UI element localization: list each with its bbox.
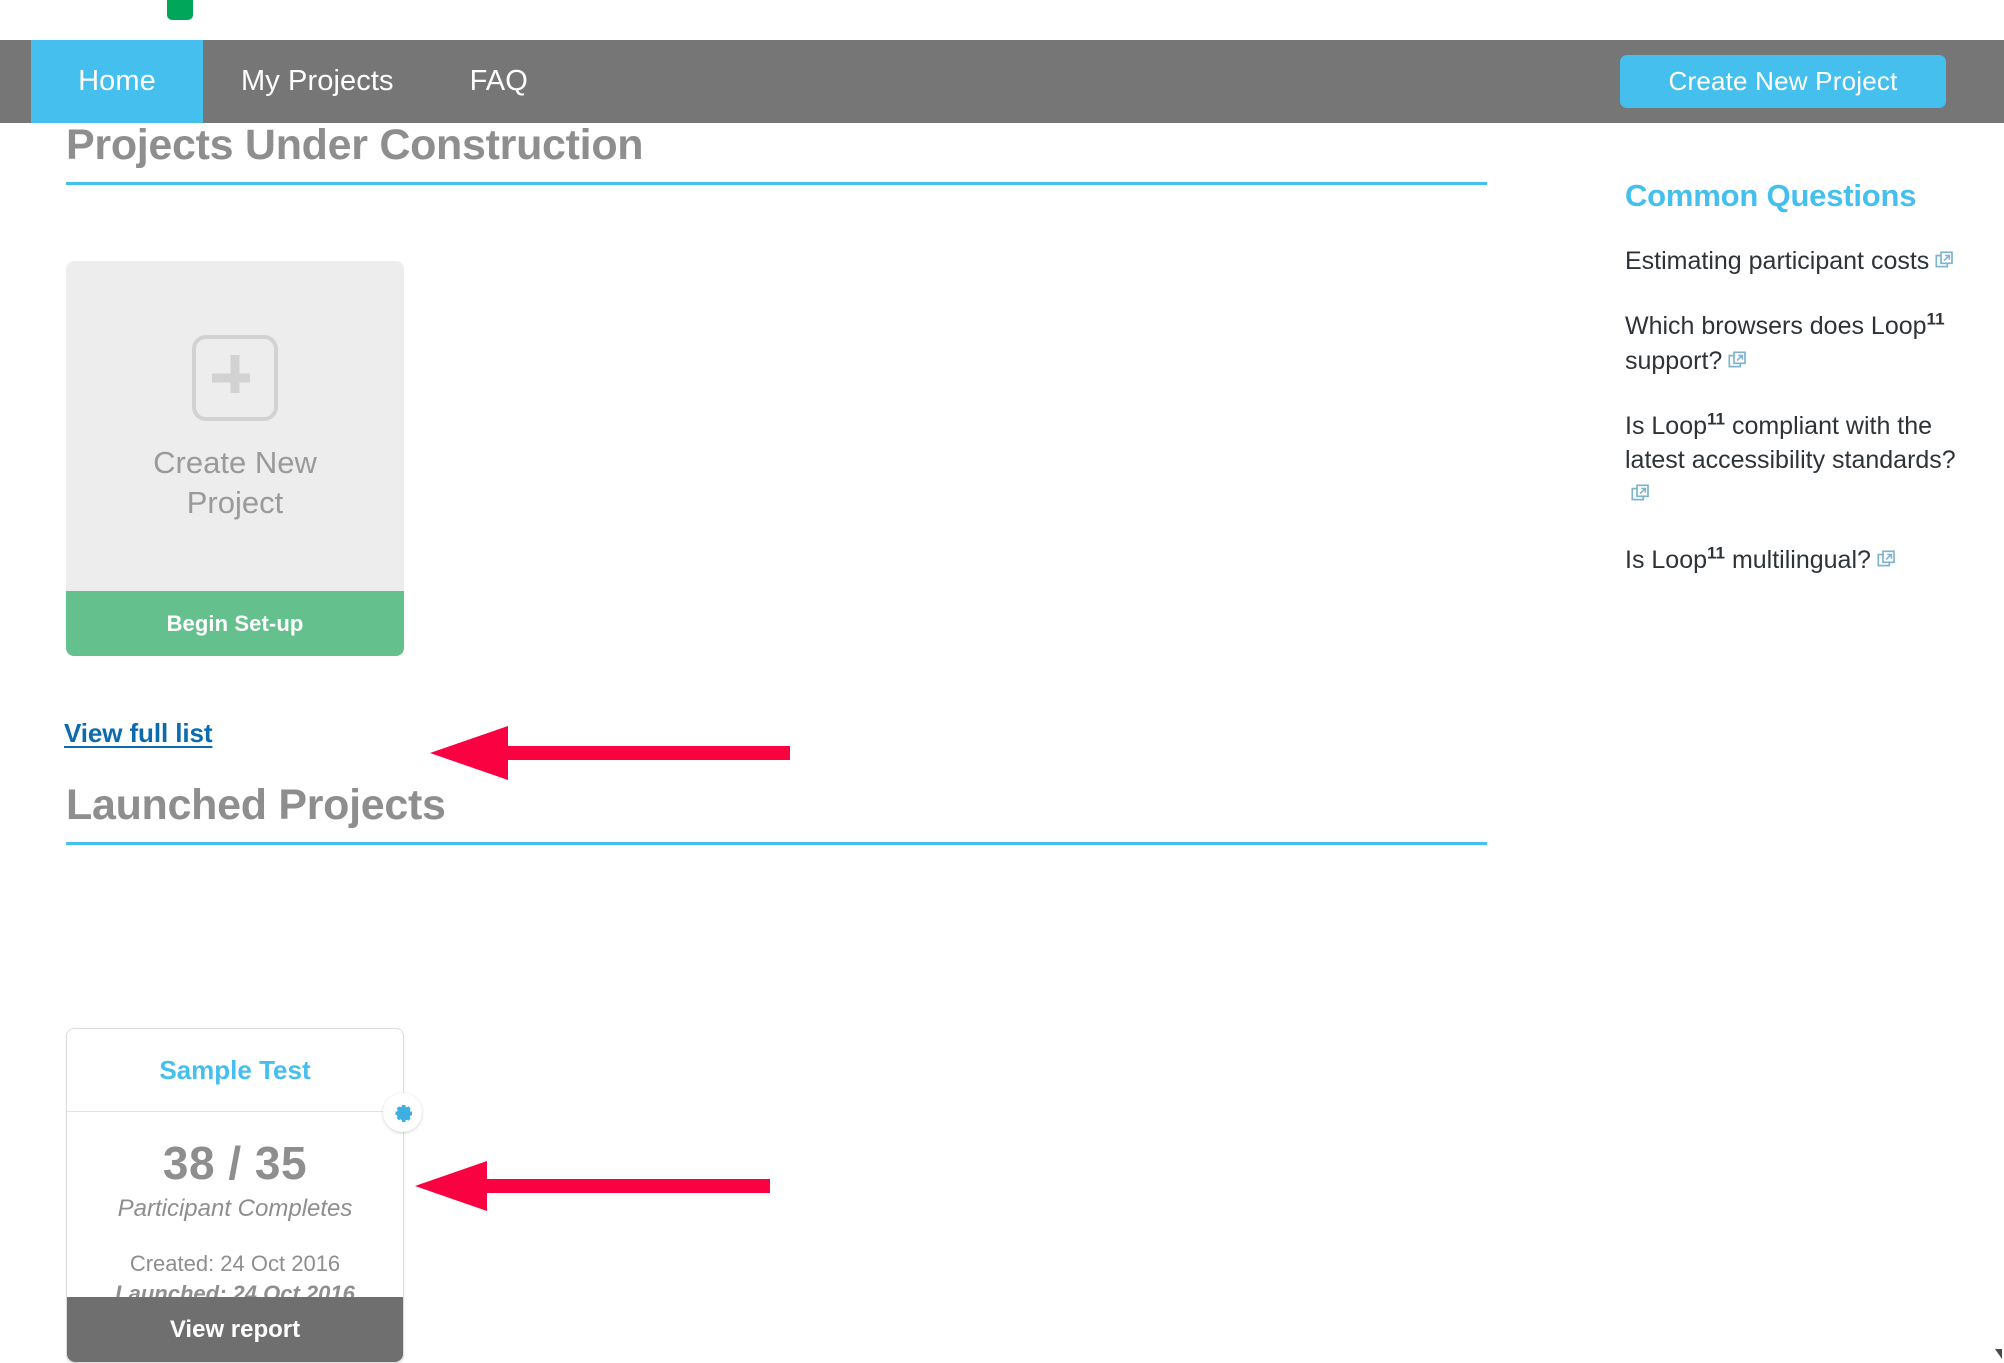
view-report-button-label: View report — [169, 1315, 301, 1343]
nav-tab-list: Home My Projects FAQ — [31, 40, 566, 123]
faq-link-accessibility-compliance[interactable]: Is Loop11 compliant with the latest acce… — [1625, 409, 1965, 514]
section-divider-launched — [66, 842, 1487, 846]
participant-completes-value: 38 / 35 — [162, 1137, 308, 1189]
create-new-project-button-label: Create New Project — [1668, 66, 1898, 96]
begin-setup-button[interactable]: Begin Set-up — [66, 591, 404, 656]
participant-completes-caption: Participant Completes — [117, 1195, 353, 1222]
create-new-project-card-body: Create New Project — [66, 261, 404, 591]
common-questions-panel: Common Questions Estimating participant … — [1625, 178, 1965, 608]
open-in-new-window-icon — [1935, 246, 1955, 280]
faq-link-browser-support[interactable]: Which browsers does Loop11 support? — [1625, 309, 1965, 380]
view-report-button[interactable]: View report — [67, 1297, 403, 1362]
project-card-title-link[interactable]: Sample Test — [67, 1029, 403, 1112]
nav-tab-home-label: Home — [78, 65, 156, 97]
page-content: Projects Under Construction Create New P… — [0, 121, 2004, 1363]
faq-link-estimating-participant-costs[interactable]: Estimating participant costs — [1625, 244, 1965, 280]
create-new-project-button[interactable]: Create New Project — [1620, 55, 1946, 108]
main-navigation-bar: Home My Projects FAQ Create New Project — [0, 40, 2004, 123]
page-title: Projects Under Construction — [66, 121, 644, 169]
faq-text-before-0: Estimating participant costs — [1625, 247, 1930, 275]
open-in-new-window-icon — [1877, 545, 1897, 579]
section-divider — [66, 182, 1487, 186]
common-questions-title: Common Questions — [1625, 178, 1917, 213]
arrow-to-begin-setup-icon — [430, 726, 790, 780]
faq-text-before-2: Is Loop — [1625, 411, 1708, 440]
project-created-date: Created: 24 Oct 2016 — [129, 1251, 341, 1276]
nav-tab-faq-label: FAQ — [469, 65, 528, 97]
faq-link-multilingual[interactable]: Is Loop11 multilingual? — [1625, 543, 1965, 579]
open-in-new-window-icon — [1728, 346, 1748, 380]
faq-text-before-1: Which browsers does Loop — [1625, 312, 1927, 341]
section-title-launched: Launched Projects — [66, 781, 446, 829]
create-new-project-card-label: Create New Project — [153, 445, 317, 520]
logo-strip — [0, 0, 2004, 40]
project-card-body: 38 / 35 Participant Completes Created: 2… — [67, 1112, 403, 1306]
faq-sup-3: 11 — [1707, 543, 1725, 563]
project-settings-button[interactable] — [383, 1093, 422, 1132]
section-header-under-construction: Projects Under Construction — [66, 121, 1487, 186]
view-full-list-link[interactable]: View full list — [64, 718, 212, 749]
project-card-sample-test: Sample Test 38 / 35 Participant Complete… — [66, 1028, 422, 1363]
open-in-new-window-icon — [1631, 479, 1651, 513]
faq-sup-2: 11 — [1707, 409, 1725, 429]
faq-text-after-1: support? — [1625, 346, 1723, 375]
nav-tab-my-projects-label: My Projects — [241, 65, 394, 97]
begin-setup-button-label: Begin Set-up — [166, 610, 304, 636]
brand-logo-icon — [167, 0, 193, 20]
project-card-title-label: Sample Test — [159, 1054, 311, 1085]
nav-tab-my-projects[interactable]: My Projects — [203, 40, 432, 123]
nav-tab-faq[interactable]: FAQ — [432, 40, 566, 123]
faq-sup-1: 11 — [1926, 309, 1945, 329]
faq-text-before-3: Is Loop — [1625, 545, 1708, 574]
section-header-launched: Launched Projects — [66, 781, 1487, 846]
arrow-to-settings-gear-icon — [415, 1161, 770, 1211]
scrollbar-down-arrow-icon[interactable] — [1995, 1349, 2002, 1359]
scrollbar-corner[interactable] — [1986, 1320, 2004, 1360]
gear-icon — [394, 1104, 412, 1122]
create-new-project-card[interactable]: Create New Project Begin Set-up — [66, 261, 404, 656]
faq-text-after-3: multilingual? — [1725, 545, 1871, 574]
plus-icon — [192, 335, 278, 422]
nav-tab-home[interactable]: Home — [31, 40, 203, 123]
